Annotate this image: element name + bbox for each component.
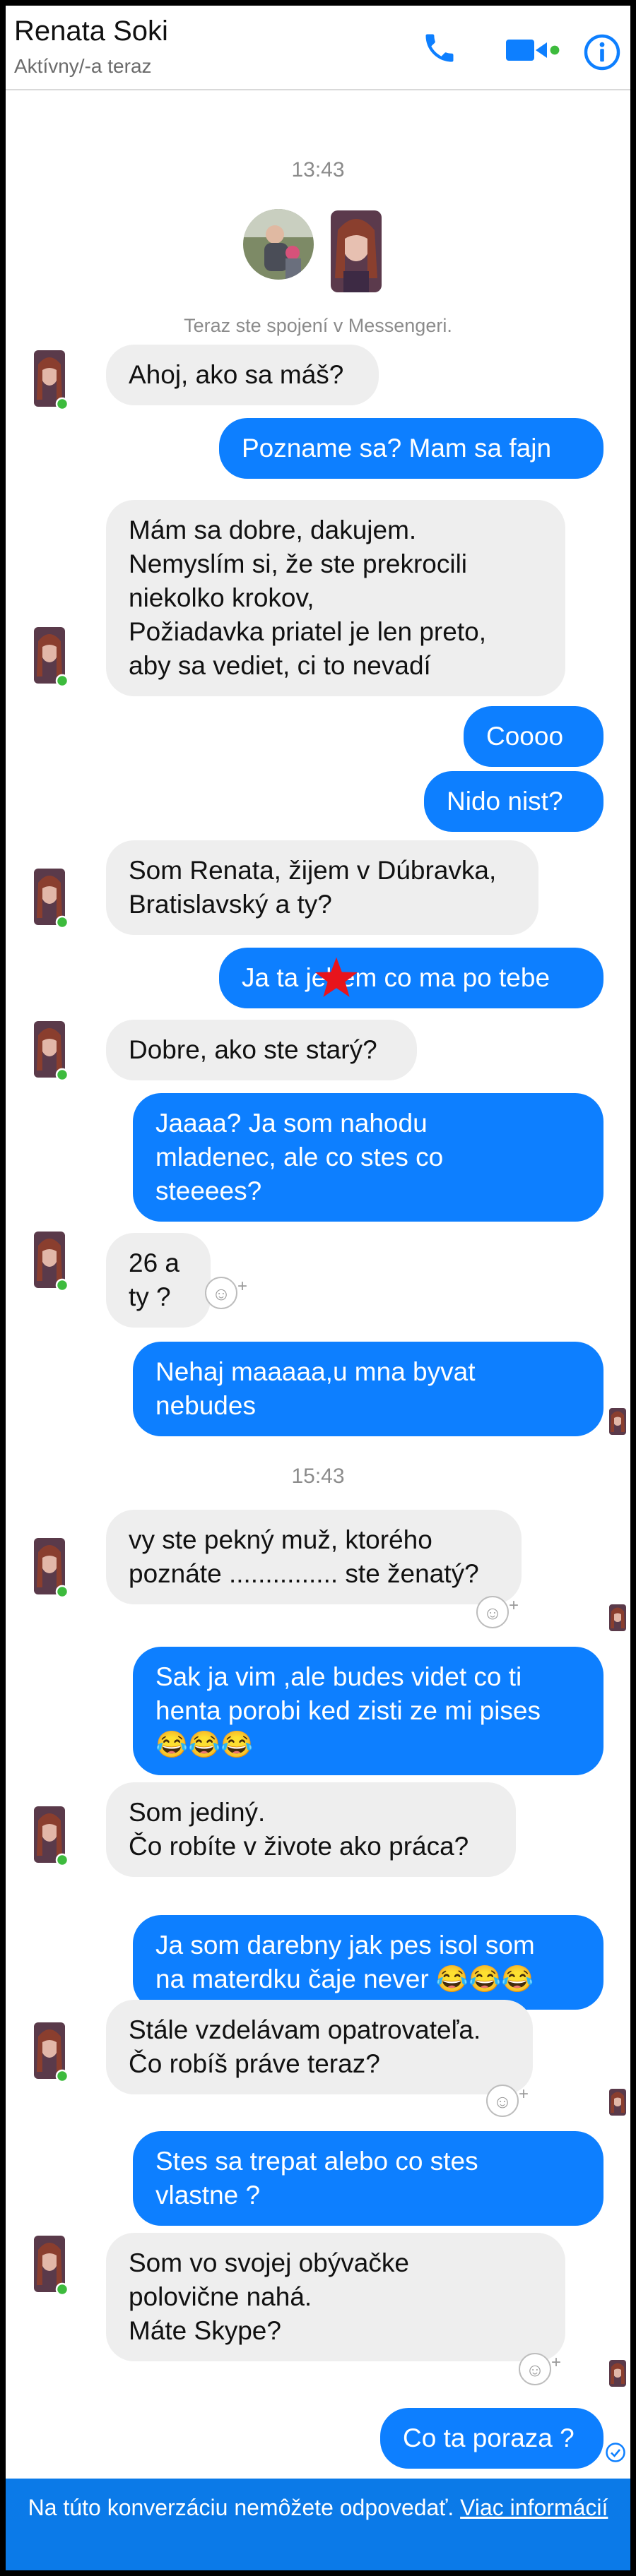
contact-avatar[interactable] [34, 627, 68, 686]
contact-avatar[interactable] [34, 1538, 68, 1597]
chat-header: Renata Soki Aktívny/-a teraz [6, 6, 630, 90]
message-outgoing[interactable]: Pozname sa? Mam sa fajn [219, 418, 603, 479]
message-incoming[interactable]: Dobre, ako ste starý? [106, 1020, 417, 1080]
message-outgoing[interactable]: Co ta poraza ? [380, 2408, 603, 2469]
message-outgoing[interactable]: Sak ja vim ,ale budes videt co ti henta … [133, 1647, 603, 1775]
message-outgoing[interactable]: Nehaj maaaaa,u mna byvat nebudes [133, 1342, 603, 1436]
info-icon[interactable] [584, 34, 620, 71]
add-reaction-icon[interactable]: ☺ [486, 2079, 529, 2117]
timestamp: 15:43 [291, 1465, 345, 1488]
contact-avatar[interactable] [34, 2236, 68, 2295]
star-icon [315, 957, 358, 997]
message-incoming[interactable]: Ahoj, ako sa máš? [106, 345, 379, 405]
message-outgoing[interactable]: Ja som darebny jak pes isol som na mater… [133, 1915, 603, 2010]
more-info-link[interactable]: Viac informácií [460, 2495, 608, 2520]
contact-avatar[interactable] [34, 1232, 68, 1291]
contact-avatar-large [331, 210, 382, 292]
connection-notice: Teraz ste spojení v Messengeri. [184, 315, 452, 336]
contact-avatar[interactable] [34, 1806, 68, 1866]
contact-status: Aktívny/-a teraz [14, 55, 152, 77]
add-reaction-icon[interactable]: ☺ [519, 2347, 561, 2385]
message-incoming[interactable]: Som jediný. Čo robíte v živote ako práca… [106, 1782, 516, 1877]
cannot-reply-text: Na túto konverzáciu nemôžete odpovedať. [28, 2495, 454, 2520]
message-incoming[interactable]: Mám sa dobre, dakujem. Nemyslím si, že s… [106, 500, 565, 696]
delivered-check-icon [606, 2443, 625, 2462]
contact-avatar[interactable] [34, 350, 68, 410]
add-reaction-icon[interactable]: ☺ [476, 1590, 519, 1628]
message-outgoing[interactable]: Ja ta jebem co ma po tebe [219, 948, 603, 1008]
message-outgoing[interactable]: Stes sa trepat alebo co stes vlastne ? [133, 2131, 603, 2226]
message-thread[interactable]: 13:43 Teraz ste spojení v Messengeri. Ah… [6, 90, 630, 2477]
chat-window: Renata Soki Aktívny/-a teraz 13:43 Teraz… [6, 6, 630, 2570]
video-camera-icon[interactable] [506, 38, 560, 62]
message-incoming[interactable]: Stále vzdelávam opatrovateľa. Čo robíš p… [106, 2000, 533, 2094]
timestamp: 13:43 [291, 158, 345, 181]
message-incoming[interactable]: Som Renata, žijem v Dúbravka, Bratislavs… [106, 840, 538, 935]
cannot-reply-banner: Na túto konverzáciu nemôžete odpovedať. … [6, 2479, 630, 2570]
seen-avatar-icon [609, 2089, 626, 2116]
contact-avatar[interactable] [34, 2022, 68, 2082]
seen-avatar-icon [609, 1604, 626, 1631]
message-outgoing[interactable]: Coooo [464, 706, 603, 767]
phone-icon[interactable] [421, 30, 458, 66]
seen-avatar-icon [609, 1408, 626, 1435]
contact-avatar[interactable] [34, 869, 68, 928]
message-incoming[interactable]: vy ste pekný muž, ktorého poznáte ......… [106, 1510, 522, 1604]
message-incoming[interactable]: Som vo svojej obývačke polovične nahá. M… [106, 2233, 565, 2361]
seen-avatar-icon [609, 2360, 626, 2387]
contact-name[interactable]: Renata Soki [14, 16, 168, 47]
message-incoming[interactable]: 26 a ty ? [106, 1233, 211, 1328]
contact-avatar[interactable] [34, 1021, 68, 1080]
add-reaction-icon[interactable]: ☺ [205, 1271, 247, 1309]
message-outgoing[interactable]: Nido nist? [424, 771, 603, 832]
message-outgoing[interactable]: Jaaaa? Ja som nahodu mladenec, ale co st… [133, 1093, 603, 1222]
user-avatar-photo [243, 209, 314, 280]
